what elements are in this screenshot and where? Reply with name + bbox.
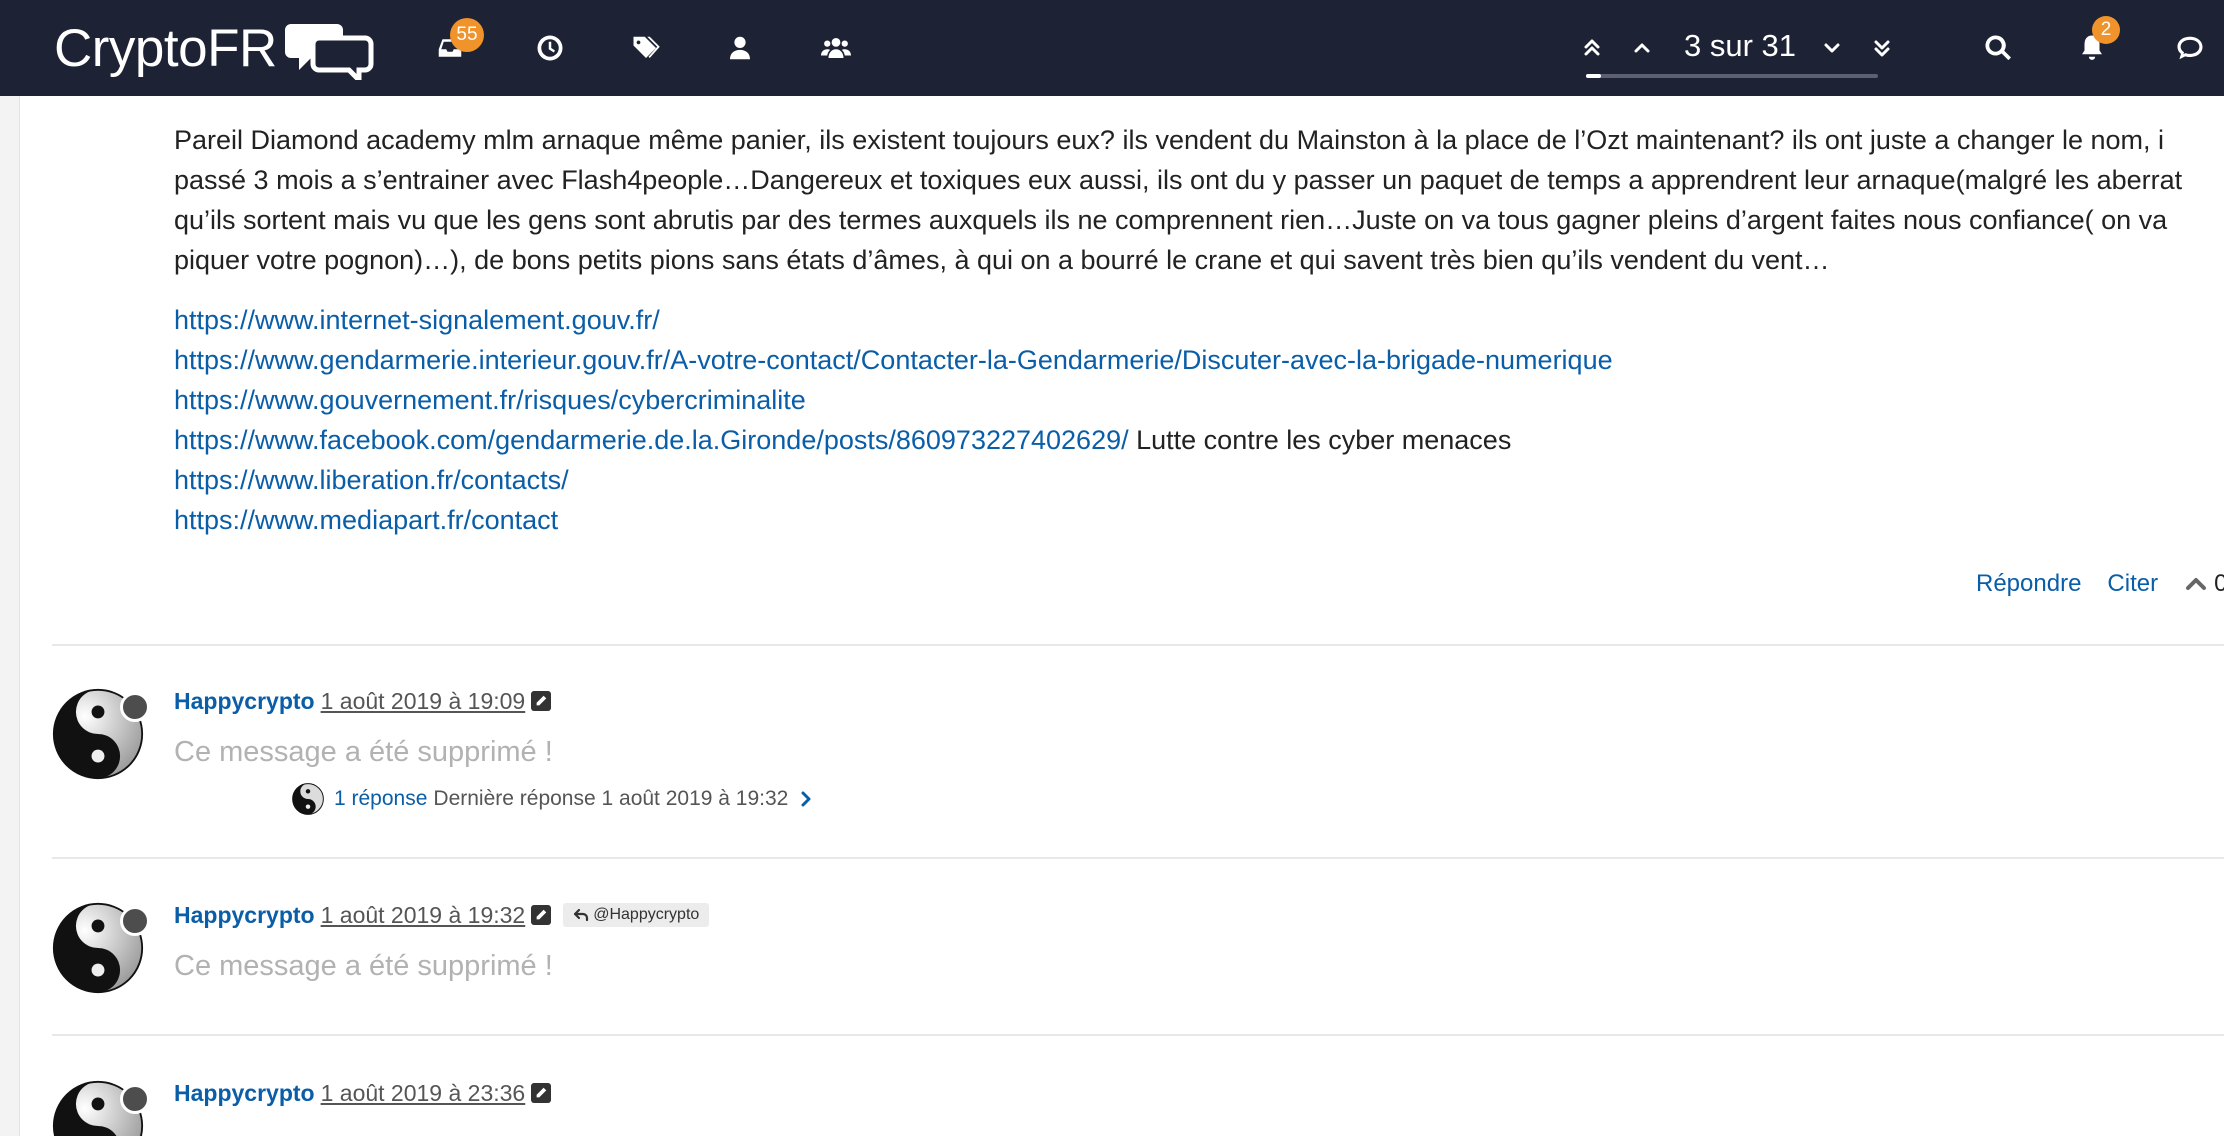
link-line: https://www.mediapart.fr/contact — [174, 500, 1613, 540]
edit-icon — [531, 905, 552, 925]
search-icon[interactable] — [1976, 26, 2020, 70]
link-line: https://www.gendarmerie.interieur.gouv.f… — [174, 340, 1613, 380]
previous-post-icon[interactable] — [1624, 30, 1660, 66]
status-dot — [120, 906, 150, 936]
reply-to-tag[interactable]: @Happycrypto — [563, 903, 710, 927]
reply-count[interactable]: 1 réponse — [334, 787, 427, 811]
status-dot — [120, 1084, 150, 1114]
clock-icon[interactable] — [528, 26, 572, 70]
status-dot — [120, 692, 150, 722]
author-name[interactable]: Happycrypto — [174, 902, 315, 929]
link-line: https://www.liberation.fr/contacts/ — [174, 460, 1613, 500]
post-pager[interactable]: 3 sur 31 — [1570, 20, 1890, 80]
brand-logo[interactable]: CryptoFR — [54, 14, 377, 82]
upvote-control[interactable]: 0 — [2184, 570, 2224, 598]
post-item: Happycrypto 1 août 2019 à 23:36 — [52, 1078, 2224, 1136]
last-post-icon[interactable] — [1864, 30, 1900, 66]
post-links: https://www.internet-signalement.gouv.fr… — [174, 300, 1613, 540]
edit-icon — [531, 691, 552, 711]
link-line: https://www.internet-signalement.gouv.fr… — [174, 300, 1613, 340]
post-item: Happycrypto 1 août 2019 à 19:09 Ce messa… — [52, 686, 2224, 866]
user-icon[interactable] — [718, 26, 762, 70]
post-link[interactable]: https://www.liberation.fr/contacts/ — [174, 465, 569, 495]
post-link[interactable]: https://www.gendarmerie.interieur.gouv.f… — [174, 345, 1613, 375]
replies-summary[interactable]: 1 réponse Dernière réponse 1 août 2019 à… — [292, 782, 814, 816]
link-line: https://www.gouvernement.fr/risques/cybe… — [174, 380, 1613, 420]
post-header: Happycrypto 1 août 2019 à 19:09 — [174, 686, 563, 716]
post-header: Happycrypto 1 août 2019 à 19:32 @Happycr… — [174, 900, 710, 930]
post-actions: Répondre Citer 0 — [1976, 566, 2224, 602]
chat-bubbles-logo-icon — [284, 24, 374, 80]
post-link[interactable]: https://www.gouvernement.fr/risques/cybe… — [174, 385, 806, 415]
bell-icon[interactable]: 2 — [2070, 16, 2120, 70]
post-divider — [52, 1034, 2224, 1036]
page-gutter — [0, 96, 20, 1136]
quote-button[interactable]: Citer — [2107, 570, 2158, 598]
post-link[interactable]: https://www.internet-signalement.gouv.fr… — [174, 305, 660, 335]
inbox-icon[interactable]: 55 — [428, 18, 484, 70]
post-link[interactable]: https://www.facebook.com/gendarmerie.de.… — [174, 425, 1129, 455]
chevron-right-icon[interactable] — [798, 791, 814, 807]
post-divider — [52, 644, 2224, 646]
reply-to-user: @Happycrypto — [593, 906, 700, 923]
unread-badge: 55 — [450, 18, 484, 52]
post-item: Happycrypto 1 août 2019 à 19:32 @Happycr… — [52, 900, 2224, 1030]
author-name[interactable]: Happycrypto — [174, 688, 315, 715]
users-icon[interactable] — [814, 26, 858, 70]
notifications-badge: 2 — [2092, 16, 2120, 44]
deleted-message: Ce message a été supprimé ! — [174, 950, 553, 982]
post-text-line: passé 3 mois a s’entrainer avec Flash4pe… — [174, 165, 2183, 195]
last-reply-info: Dernière réponse 1 août 2019 à 19:32 — [433, 787, 789, 810]
post-text-line: Pareil Diamond academy mlm arnaque même … — [174, 125, 2165, 155]
vote-count: 0 — [2214, 570, 2224, 597]
next-post-icon[interactable] — [1814, 30, 1850, 66]
post-link[interactable]: https://www.mediapart.fr/contact — [174, 505, 558, 535]
chat-icon[interactable] — [2168, 26, 2212, 70]
post-timestamp[interactable]: 1 août 2019 à 19:09 — [321, 688, 526, 715]
top-navbar: CryptoFR 55 3 sur 31 2 — [0, 0, 2224, 96]
reply-button[interactable]: Répondre — [1976, 570, 2081, 598]
tags-icon[interactable] — [624, 26, 668, 70]
pager-progress-fill — [1586, 74, 1601, 78]
brand-name: CryptoFR — [54, 18, 277, 78]
deleted-message: Ce message a été supprimé ! — [174, 736, 553, 768]
pager-position[interactable]: 3 sur 31 — [1680, 28, 1800, 64]
post-timestamp[interactable]: 1 août 2019 à 19:32 — [321, 902, 526, 929]
first-post-icon[interactable] — [1574, 30, 1610, 66]
post-divider — [52, 857, 2224, 859]
yin-yang-avatar — [292, 783, 324, 815]
link-line: https://www.facebook.com/gendarmerie.de.… — [174, 420, 1613, 460]
post-content: Pareil Diamond academy mlm arnaque même … — [174, 120, 2224, 280]
post-text-line: qu’ils sortent mais vu que les gens sont… — [174, 205, 2168, 235]
reply-arrow-icon — [574, 908, 589, 922]
post-timestamp[interactable]: 1 août 2019 à 23:36 — [321, 1080, 526, 1107]
upvote-icon[interactable] — [2184, 572, 2208, 596]
post-text-line: piquer votre pognon)…), de bons petits p… — [174, 245, 1830, 275]
author-name[interactable]: Happycrypto — [174, 1080, 315, 1107]
post-header: Happycrypto 1 août 2019 à 23:36 — [174, 1078, 563, 1108]
edit-icon — [531, 1083, 552, 1103]
pager-progress-bar[interactable] — [1586, 74, 1878, 78]
link-caption: Lutte contre les cyber menaces — [1128, 425, 1512, 455]
